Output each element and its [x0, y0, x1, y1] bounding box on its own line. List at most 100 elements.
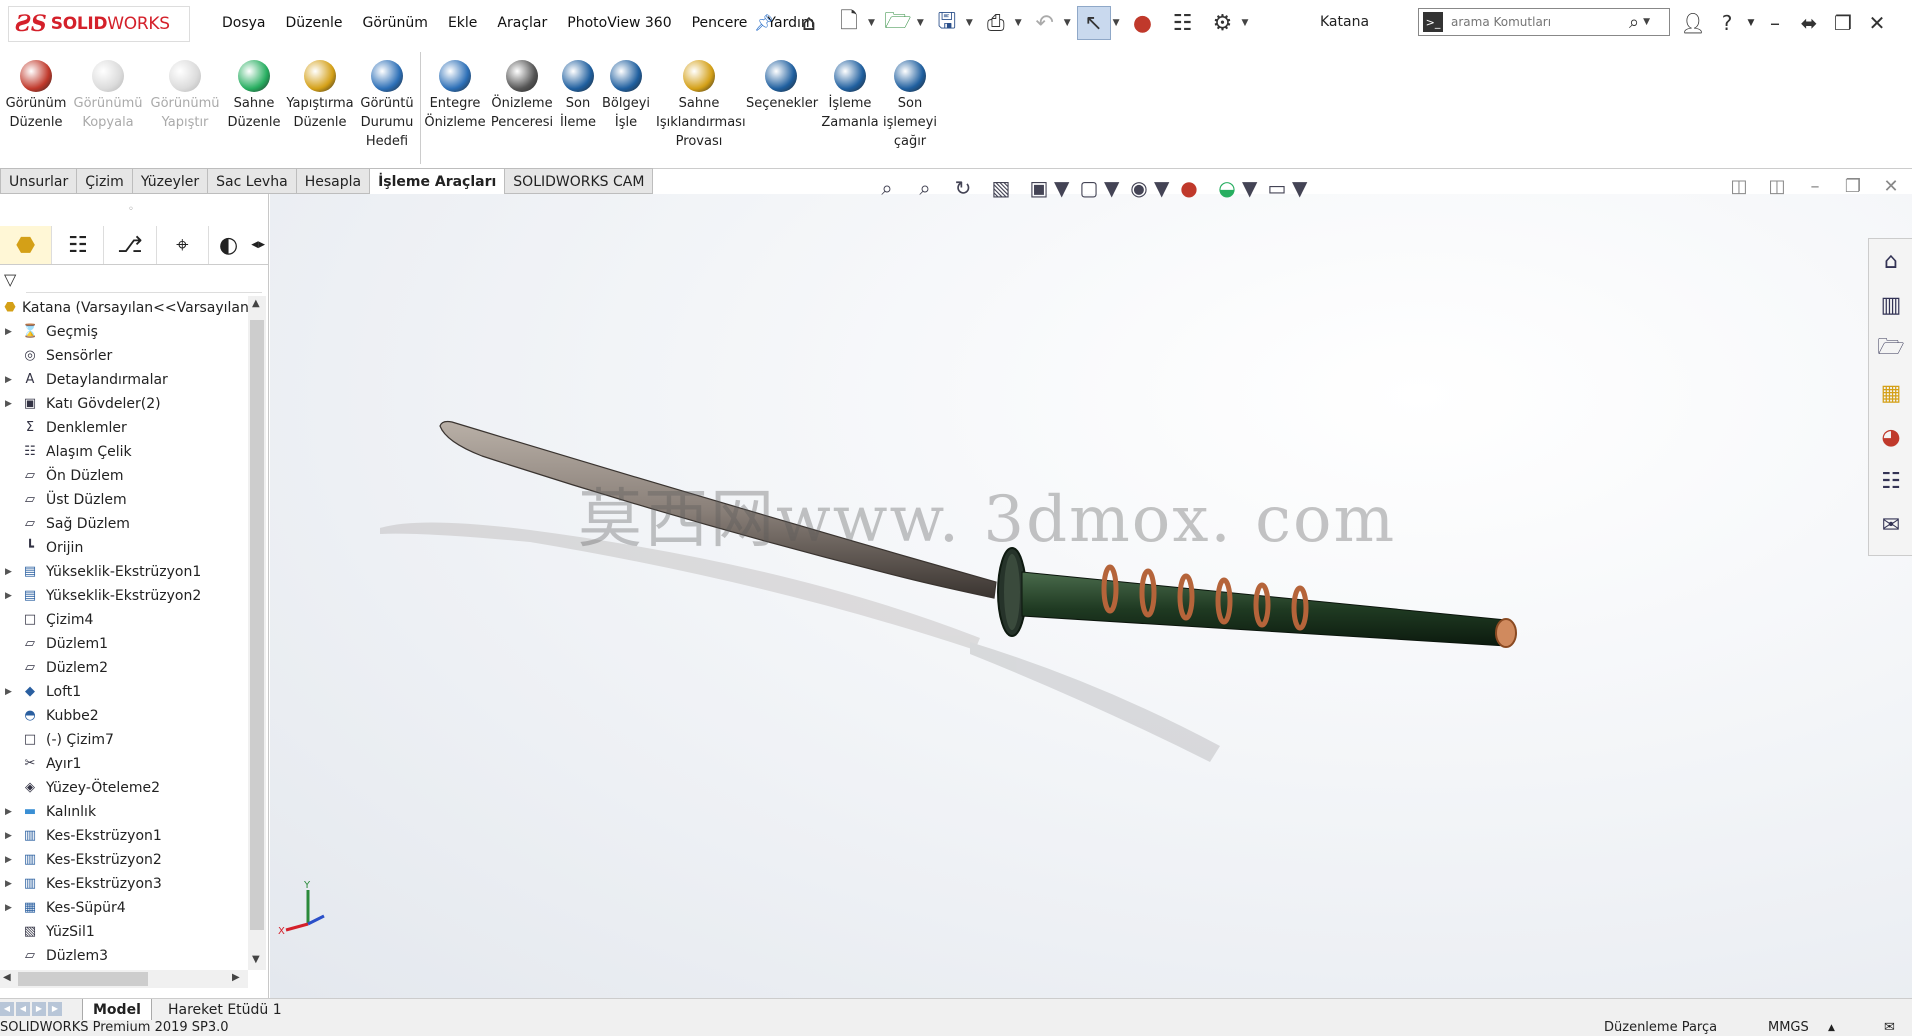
scroll-thumb[interactable]	[250, 320, 264, 930]
minimize-icon[interactable]: –	[1758, 11, 1792, 35]
undo-icon[interactable]: ↶	[1028, 6, 1062, 40]
fit-window-icon[interactable]: ⬌	[1792, 11, 1826, 35]
view-settings-dropdown-icon[interactable]: ▼	[1292, 176, 1307, 200]
tree-item[interactable]: ☷ Alaşım Çelik	[0, 440, 248, 464]
appearances-scenes-icon[interactable]: ◕	[1869, 415, 1912, 459]
file-properties-icon[interactable]: ☷	[1166, 6, 1200, 40]
last-tab-icon[interactable]: ▶	[48, 1002, 62, 1016]
close-icon[interactable]: ✕	[1860, 11, 1894, 35]
first-tab-icon[interactable]: ◀	[0, 1002, 14, 1016]
feature-manager-tab-icon[interactable]: ⬣	[0, 226, 53, 264]
display-style-icon[interactable]: ▢	[1070, 176, 1108, 200]
tree-vertical-scrollbar[interactable]: ▲ ▼	[248, 296, 266, 970]
select-dropdown-icon[interactable]: ▼	[1113, 18, 1120, 28]
expand-arrow-icon[interactable]: ▶	[5, 872, 12, 896]
scroll-down-icon[interactable]: ▼	[252, 954, 260, 965]
command-edit-decal[interactable]: Yapıştırma Düzenle	[286, 60, 354, 132]
tab-render-tools[interactable]: İşleme Araçları	[370, 168, 506, 194]
open-dropdown-icon[interactable]: ▼	[917, 18, 924, 28]
previous-view-icon[interactable]: ↻	[944, 176, 982, 200]
expand-arrow-icon[interactable]: ▶	[5, 368, 12, 392]
viewport-split-right-icon[interactable]: ◫	[1758, 176, 1796, 197]
user-account-icon[interactable]: 👤︎	[1676, 11, 1710, 35]
tree-item[interactable]: ▱ Düzlem1	[0, 632, 248, 656]
command-render-region[interactable]: Bölgeyi İşle	[600, 60, 652, 132]
zoom-to-area-icon[interactable]: ⌕	[906, 176, 944, 200]
menu-insert[interactable]: Ekle	[448, 15, 477, 31]
expand-arrow-icon[interactable]: ▶	[5, 680, 12, 704]
tab-evaluate[interactable]: Hesapla	[296, 168, 371, 194]
scroll-left-icon[interactable]: ◀	[3, 972, 11, 983]
tree-item[interactable]: ▶ ◆ Loft1	[0, 680, 248, 704]
search-icon[interactable]: ⌕	[1629, 12, 1639, 33]
expand-arrow-icon[interactable]: ▶	[5, 848, 12, 872]
help-dropdown-icon[interactable]: ▼	[1744, 18, 1758, 28]
expand-arrow-icon[interactable]: ▶	[5, 896, 12, 920]
tree-item[interactable]: ✂ Ayır1	[0, 752, 248, 776]
home-icon[interactable]: ⌂	[792, 6, 826, 40]
tree-item[interactable]: ▶ ▦ Kes-Süpür4	[0, 896, 248, 920]
display-manager-tab-icon[interactable]: ◐	[209, 226, 248, 264]
edit-appearance-icon[interactable]: ●	[1170, 176, 1208, 200]
tree-horizontal-scrollbar[interactable]: ◀ ▶	[0, 970, 248, 988]
apply-scene-icon[interactable]: ◒	[1208, 176, 1246, 200]
panel-grip-icon[interactable]: ◦	[128, 204, 134, 215]
tree-item[interactable]: ┗ Orijin	[0, 536, 248, 560]
view-orientation-icon[interactable]: ▣	[1020, 176, 1058, 200]
tree-item[interactable]: □ (-) Çizim7	[0, 728, 248, 752]
tab-motion-study[interactable]: Hareket Etüdü 1	[158, 999, 292, 1021]
panel-tab-scroll-icon[interactable]: ◀▶	[248, 226, 268, 264]
menu-view[interactable]: Görünüm	[363, 15, 428, 31]
menu-window[interactable]: Pencere	[692, 15, 748, 31]
print-dropdown-icon[interactable]: ▼	[1015, 18, 1022, 28]
command-preview-window[interactable]: Önizleme Penceresi	[490, 60, 554, 132]
menu-photoview[interactable]: PhotoView 360	[567, 15, 671, 31]
zoom-to-fit-icon[interactable]: ⌕	[868, 176, 906, 200]
tree-item[interactable]: ▶ ▣ Katı Gövdeler(2)	[0, 392, 248, 416]
tree-item[interactable]: ▱ Düzlem3	[0, 944, 248, 968]
custom-properties-icon[interactable]: ☷	[1869, 459, 1912, 503]
unit-system-dropdown-icon[interactable]: ▲	[1828, 1020, 1835, 1036]
tree-item[interactable]: Σ Denklemler	[0, 416, 248, 440]
view-settings-icon[interactable]: ▭	[1258, 176, 1296, 200]
tab-sheet-metal[interactable]: Sac Levha	[208, 168, 297, 194]
expand-arrow-icon[interactable]: ▶	[5, 560, 12, 584]
menu-tools[interactable]: Araçlar	[497, 15, 547, 31]
tree-item[interactable]: ▶ ▤ Yükseklik-Ekstrüzyon1	[0, 560, 248, 584]
tree-item[interactable]: ▱ Üst Düzlem	[0, 488, 248, 512]
filter-field[interactable]	[26, 268, 262, 293]
property-manager-tab-icon[interactable]: ☷	[52, 226, 105, 264]
command-recall-last-render[interactable]: Son işlemeyi çağır	[882, 60, 938, 151]
menu-file[interactable]: Dosya	[222, 15, 266, 31]
tree-item[interactable]: ▶ ▥ Kes-Ekstrüzyon1	[0, 824, 248, 848]
katana-model[interactable]	[270, 194, 1912, 998]
command-scene-illumination-proof[interactable]: Sahne Işıklandırması Provası	[656, 60, 746, 151]
command-final-render[interactable]: Son İleme	[558, 60, 598, 132]
solidworks-logo[interactable]: ƧS SOLIDWORKS	[8, 6, 190, 42]
open-icon[interactable]: 🗁	[881, 6, 915, 40]
pin-menu-icon[interactable]: 📌︎	[754, 13, 774, 32]
prev-tab-icon[interactable]: ◀	[16, 1002, 30, 1016]
tab-model[interactable]: Model	[82, 999, 152, 1021]
view-palette-icon[interactable]: ▦	[1869, 371, 1912, 415]
expand-arrow-icon[interactable]: ▶	[5, 584, 12, 608]
new-document-icon[interactable]: 🗋	[832, 6, 866, 40]
search-commands-box[interactable]: >_ ⌕ ▼	[1418, 8, 1670, 36]
hide-show-dropdown-icon[interactable]: ▼	[1154, 176, 1169, 200]
select-pointer-icon[interactable]: ↖	[1076, 6, 1111, 40]
status-notification-icon[interactable]: ✉	[1884, 1020, 1895, 1036]
tree-item[interactable]: ▶ ⌛ Geçmiş	[0, 320, 248, 344]
command-schedule-render[interactable]: İşleme Zamanla	[820, 60, 880, 132]
command-edit-scene[interactable]: Sahne Düzenle	[224, 60, 284, 132]
save-icon[interactable]: 🖫	[930, 6, 964, 40]
configuration-manager-tab-icon[interactable]: ⎇	[104, 226, 157, 264]
forum-icon[interactable]: ✉	[1869, 503, 1912, 547]
tab-solidworks-cam[interactable]: SOLIDWORKS CAM	[505, 168, 654, 194]
command-integrated-preview[interactable]: Entegre Önizleme	[424, 60, 486, 132]
expand-arrow-icon[interactable]: ▶	[5, 800, 12, 824]
expand-arrow-icon[interactable]: ▶	[5, 824, 12, 848]
tree-item[interactable]: ▶ A Detaylandırmalar	[0, 368, 248, 392]
search-dropdown-icon[interactable]: ▼	[1643, 17, 1650, 27]
new-dropdown-icon[interactable]: ▼	[868, 18, 875, 28]
dimxpert-tab-icon[interactable]: ⌖	[157, 226, 209, 264]
